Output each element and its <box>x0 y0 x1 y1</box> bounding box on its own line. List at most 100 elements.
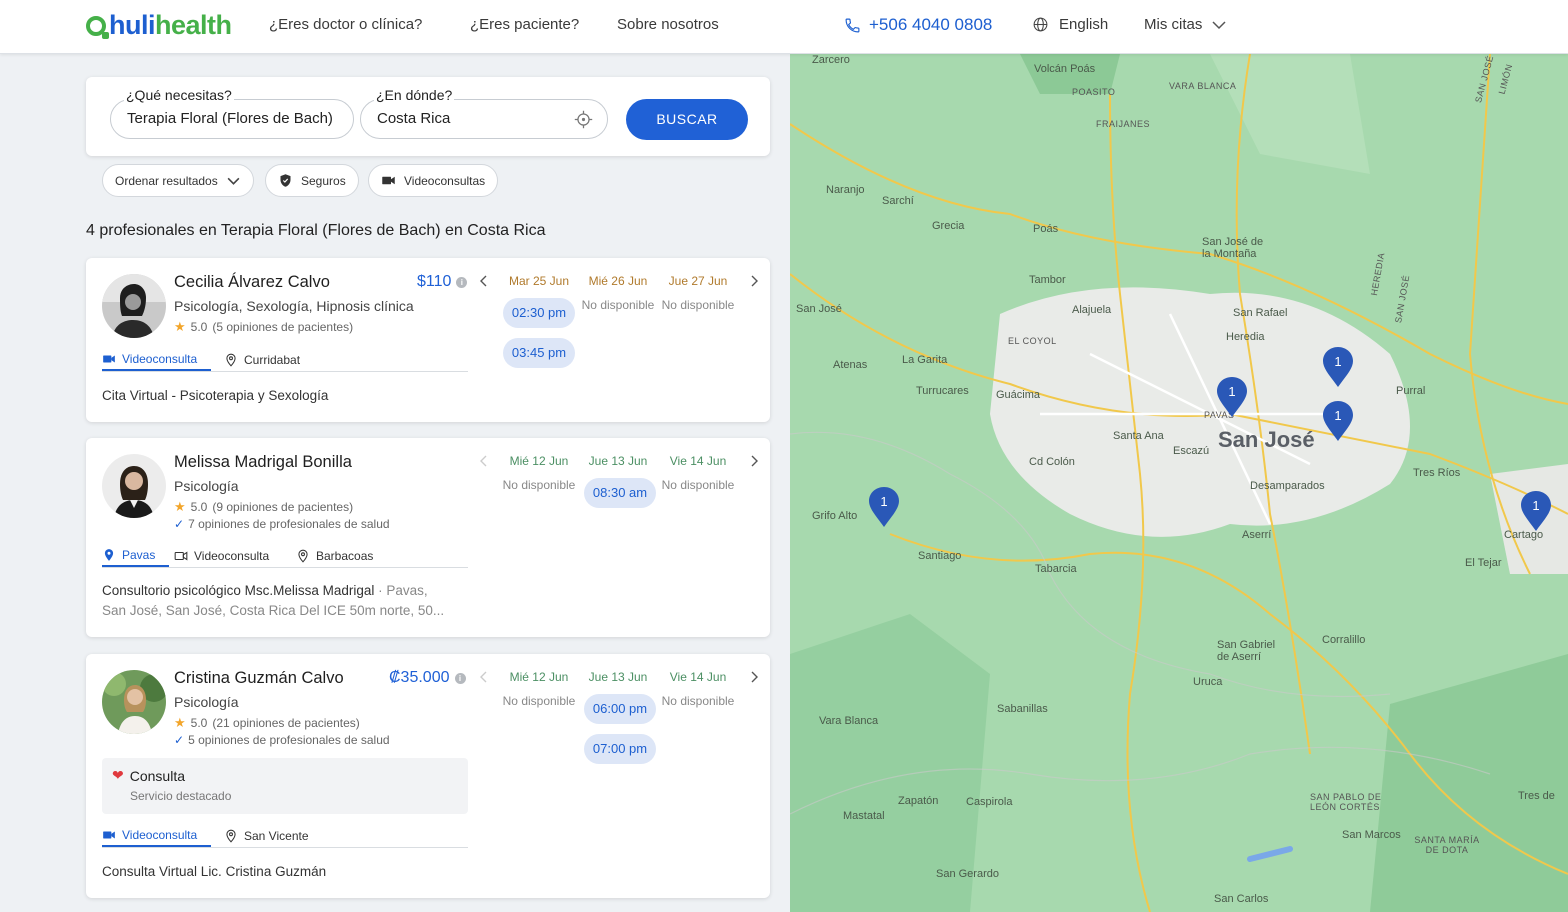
map-place-label: Grifo Alto <box>812 510 858 522</box>
time-slot-button[interactable]: 06:00 pm <box>584 694 656 724</box>
results-count-title: 4 profesionales en Terapia Floral (Flore… <box>86 222 546 239</box>
nav-about-link[interactable]: Sobre nosotros <box>617 16 719 33</box>
specialty-search-input[interactable]: Terapia Floral (Flores de Bach) <box>110 99 354 139</box>
unavailable-text: No disponible <box>661 478 735 492</box>
map-place-label: Zarcero <box>812 54 850 66</box>
doctor-name[interactable]: Cecilia Álvarez Calvo <box>174 273 330 292</box>
map-place-label: Guácima <box>996 389 1041 401</box>
doctor-avatar[interactable] <box>102 670 166 734</box>
map-place-label: POASITO <box>1072 87 1116 97</box>
map-place-label: Aserrí <box>1242 529 1272 541</box>
doctor-name[interactable]: Melissa Madrigal Bonilla <box>174 453 352 472</box>
doctor-rating[interactable]: ★ 5.0 (5 opiniones de pacientes) <box>174 319 353 335</box>
map-marker[interactable]: 1 <box>1216 376 1248 418</box>
doctor-card-3[interactable]: Cristina Guzmán Calvo Psicología ★ 5.0 (… <box>86 654 770 898</box>
calendar-prev-icon[interactable] <box>477 670 491 684</box>
map-marker[interactable]: 1 <box>868 486 900 528</box>
doctor-avatar[interactable] <box>102 454 166 518</box>
sort-results-dropdown[interactable]: Ordenar resultados <box>102 164 254 197</box>
map-place-label: San Marcos <box>1342 829 1401 841</box>
doctor-specialties: Psicología <box>174 478 239 494</box>
unavailable-text: No disponible <box>581 298 655 312</box>
search-button[interactable]: BUSCAR <box>626 99 748 140</box>
doctor-card-2[interactable]: Melissa Madrigal Bonilla Psicología ★ 5.… <box>86 438 770 637</box>
map-marker[interactable]: 1 <box>1322 346 1354 388</box>
tab-barbacoas[interactable]: Barbacoas <box>296 544 373 567</box>
map-marker[interactable]: 1 <box>1322 400 1354 442</box>
professional-reviews[interactable]: ✓ 7 opiniones de profesionales de salud <box>174 517 390 531</box>
language-selector[interactable]: English <box>1032 16 1108 33</box>
crosshair-icon[interactable] <box>574 110 593 129</box>
location-tabs: Videoconsulta Curridabat <box>102 348 468 372</box>
nav-doctor-link[interactable]: ¿Eres doctor o clínica? <box>269 16 422 33</box>
consult-price: $110 i <box>417 273 468 291</box>
location-pin-icon <box>226 829 236 843</box>
results-map[interactable]: Zarcero Volcán Poás POASITO VARA BLANCA … <box>790 54 1568 912</box>
featured-service[interactable]: ❤ Consulta Servicio destacado <box>102 758 468 814</box>
tab-videoconsulta[interactable]: Videoconsulta <box>102 824 212 847</box>
calendar-day-header: Vie 14 Jun <box>669 454 727 468</box>
calendar-day-header: Jue 13 Jun <box>588 454 648 468</box>
doctor-avatar[interactable] <box>102 274 166 338</box>
star-icon: ★ <box>174 319 186 334</box>
map-place-label: Corralillo <box>1322 634 1366 646</box>
map-place-label: Purral <box>1396 385 1426 397</box>
doctor-specialties: Psicología, Sexología, Hipnosis clínica <box>174 298 414 314</box>
doctor-rating[interactable]: ★ 5.0 (21 opiniones de pacientes) <box>174 715 360 731</box>
calendar-next-icon[interactable] <box>747 670 761 684</box>
map-place-label: Tabarcia <box>1035 563 1077 575</box>
map-place-label: Alajuela <box>1072 304 1112 316</box>
mis-citas-menu[interactable]: Mis citas <box>1144 16 1226 33</box>
map-place-label: El Tejar <box>1465 557 1502 569</box>
map-place-label: Sarchí <box>882 195 914 207</box>
location-tabs: Pavas Videoconsulta Barbacoas <box>102 544 468 568</box>
calendar-day-header: Mié 12 Jun <box>509 454 569 468</box>
map-place-label: Desamparados <box>1250 480 1325 492</box>
map-place-label: Caspirola <box>966 796 1013 808</box>
phone-link[interactable]: +506 4040 0808 <box>844 15 992 35</box>
map-place-label: San José <box>796 303 842 315</box>
doctor-rating[interactable]: ★ 5.0 (9 opiniones de pacientes) <box>174 499 353 515</box>
time-slot-button[interactable]: 02:30 pm <box>503 298 575 328</box>
professional-reviews[interactable]: ✓ 5 opiniones de profesionales de salud <box>174 733 390 747</box>
calendar-next-icon[interactable] <box>747 454 761 468</box>
time-slot-button[interactable]: 03:45 pm <box>503 338 575 368</box>
star-icon: ★ <box>174 499 186 514</box>
tab-curridabat[interactable]: Curridabat <box>224 348 300 371</box>
map-place-label: SANTA MARÍA DE DOTA <box>1414 835 1480 855</box>
video-consult-filter[interactable]: Videoconsultas <box>368 164 499 197</box>
globe-icon <box>1033 17 1048 32</box>
map-place-label: EL COYOL <box>1008 336 1057 346</box>
location-search-input[interactable]: Costa Rica <box>360 99 608 139</box>
map-place-label: Grecia <box>932 220 965 232</box>
map-place-label: Volcán Poás <box>1034 63 1096 75</box>
calendar-prev-icon[interactable] <box>477 274 491 288</box>
map-place-label: FRAIJANES <box>1096 119 1151 129</box>
doctor-card-1[interactable]: Cecilia Álvarez Calvo Psicología, Sexolo… <box>86 258 770 422</box>
info-icon[interactable]: i <box>454 672 466 684</box>
tab-san-vicente[interactable]: San Vicente <box>224 824 309 847</box>
check-icon: ✓ <box>174 517 185 531</box>
info-icon[interactable]: i <box>456 276 468 288</box>
calendar-next-icon[interactable] <box>747 274 761 288</box>
map-marker[interactable]: 1 <box>1520 490 1552 532</box>
map-place-label: Tres de <box>1518 790 1555 802</box>
map-place-label: La Garita <box>902 354 948 366</box>
unavailable-text: No disponible <box>502 478 576 492</box>
doctor-name[interactable]: Cristina Guzmán Calvo <box>174 669 344 688</box>
nav-patient-link[interactable]: ¿Eres paciente? <box>470 16 579 33</box>
time-slot-button[interactable]: 07:00 pm <box>584 734 656 764</box>
time-slot-button[interactable]: 08:30 am <box>584 478 656 508</box>
map-background <box>790 54 1568 912</box>
map-place-label: Santiago <box>918 550 962 562</box>
insurance-filter[interactable]: Seguros <box>265 164 359 197</box>
check-icon: ✓ <box>174 733 185 747</box>
map-place-label: San Carlos <box>1214 893 1269 905</box>
calendar-prev-icon[interactable] <box>477 454 491 468</box>
location-label: ¿En dónde? <box>374 87 455 103</box>
tab-videoconsulta[interactable]: Videoconsulta <box>174 544 269 567</box>
logo-mark-icon <box>86 15 109 39</box>
huli-logo[interactable]: huli health <box>86 10 232 41</box>
tab-videoconsulta[interactable]: Videoconsulta <box>102 348 212 371</box>
tab-pavas[interactable]: Pavas <box>102 544 170 567</box>
